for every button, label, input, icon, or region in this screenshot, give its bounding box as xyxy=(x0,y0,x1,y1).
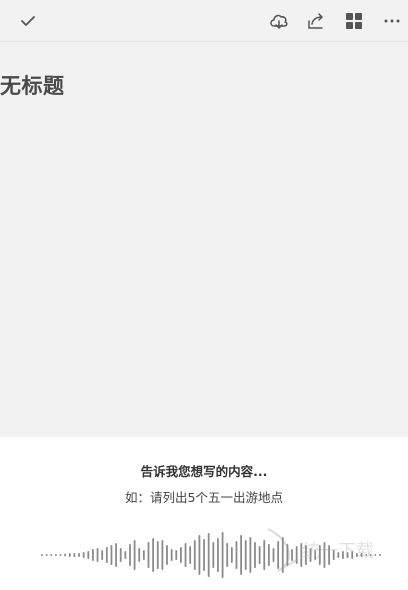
waveform-bar xyxy=(309,548,312,562)
waveform-bar xyxy=(170,549,173,561)
waveform-bar xyxy=(314,550,317,560)
waveform-bar xyxy=(105,547,108,563)
waveform-bar xyxy=(59,554,62,556)
waveform-bar xyxy=(337,552,340,558)
waveform-bar xyxy=(115,543,117,567)
waveform-bar xyxy=(101,550,104,560)
waveform-bar xyxy=(300,543,303,567)
waveform-bar xyxy=(365,554,368,556)
waveform-bar xyxy=(54,554,57,556)
waveform-bar xyxy=(332,550,335,560)
share-icon[interactable] xyxy=(304,9,328,33)
waveform-bar xyxy=(323,542,326,568)
waveform-bar xyxy=(217,538,219,572)
waveform-bar xyxy=(87,551,90,559)
waveform-bar xyxy=(379,554,381,556)
waveform-bar xyxy=(203,539,205,571)
waveform-bar xyxy=(193,540,196,570)
checkmark-icon[interactable] xyxy=(16,9,40,33)
waveform-bar xyxy=(41,554,43,556)
waveform-bar xyxy=(346,552,349,558)
waveform-bar xyxy=(152,538,155,572)
waveform-bar xyxy=(82,552,85,558)
waveform-bar xyxy=(175,550,178,560)
waveform-bar xyxy=(119,548,122,562)
waveform-bar xyxy=(184,543,187,567)
waveform-bar xyxy=(64,553,67,557)
waveform-bar xyxy=(96,548,99,562)
waveform-bar xyxy=(240,535,242,575)
waveform-bar xyxy=(207,533,210,577)
voice-waveform xyxy=(41,532,381,578)
waveform-bar xyxy=(355,553,358,557)
waveform-bar xyxy=(110,545,113,565)
waveform-bar xyxy=(212,542,215,568)
waveform-bar xyxy=(142,550,145,560)
waveform-bar xyxy=(244,540,247,570)
waveform-bar xyxy=(124,551,127,559)
waveform-bar xyxy=(374,554,377,556)
waveform-bar xyxy=(189,546,192,564)
waveform-bar xyxy=(156,541,159,569)
waveform-bar xyxy=(295,546,298,564)
grid-icon[interactable] xyxy=(342,9,366,33)
waveform-bar xyxy=(50,554,53,556)
waveform-bar xyxy=(166,545,168,565)
cloud-sync-icon[interactable] xyxy=(267,9,291,33)
waveform-bar xyxy=(180,547,182,563)
waveform-bar xyxy=(92,549,94,561)
waveform-bar xyxy=(230,547,233,563)
top-toolbar xyxy=(0,0,408,42)
waveform-bar xyxy=(318,545,321,565)
waveform-bar xyxy=(198,535,201,575)
waveform-bar xyxy=(147,542,150,568)
waveform-bar xyxy=(235,541,238,569)
waveform-bar xyxy=(328,545,330,565)
waveform-bar xyxy=(267,544,270,566)
waveform-bar xyxy=(133,540,136,570)
voice-prompt: 告诉我您想写的内容... xyxy=(140,464,268,479)
waveform-bar xyxy=(305,545,307,565)
waveform-bar xyxy=(73,553,76,557)
waveform-bar xyxy=(272,548,275,562)
waveform-bar xyxy=(161,540,164,570)
waveform-bar xyxy=(351,551,354,559)
waveform-bar xyxy=(226,543,229,567)
waveform-bar xyxy=(258,546,261,564)
waveform-bar xyxy=(277,541,280,569)
waveform-bar xyxy=(249,537,252,573)
waveform-bar xyxy=(45,554,48,556)
waveform-bar xyxy=(78,553,80,557)
waveform-bar xyxy=(360,553,363,557)
waveform-bar xyxy=(286,544,289,566)
waveform-bar xyxy=(369,554,372,556)
waveform-bar xyxy=(281,537,284,573)
waveform-bar xyxy=(263,540,266,570)
more-icon[interactable] xyxy=(380,9,404,33)
voice-input-panel: 告诉我您想写的内容... 如：请列出5个五一出游地点 统一下载 xyxy=(0,437,408,590)
waveform-bar xyxy=(254,542,256,568)
waveform-bar xyxy=(221,532,224,578)
voice-hint: 如：请列出5个五一出游地点 xyxy=(125,490,283,505)
waveform-bar xyxy=(129,544,131,566)
waveform-bar xyxy=(138,548,141,562)
note-title[interactable]: 无标题 xyxy=(0,70,65,100)
waveform-bar xyxy=(291,549,293,561)
waveform-bar xyxy=(68,553,71,557)
waveform-bar xyxy=(342,551,344,559)
